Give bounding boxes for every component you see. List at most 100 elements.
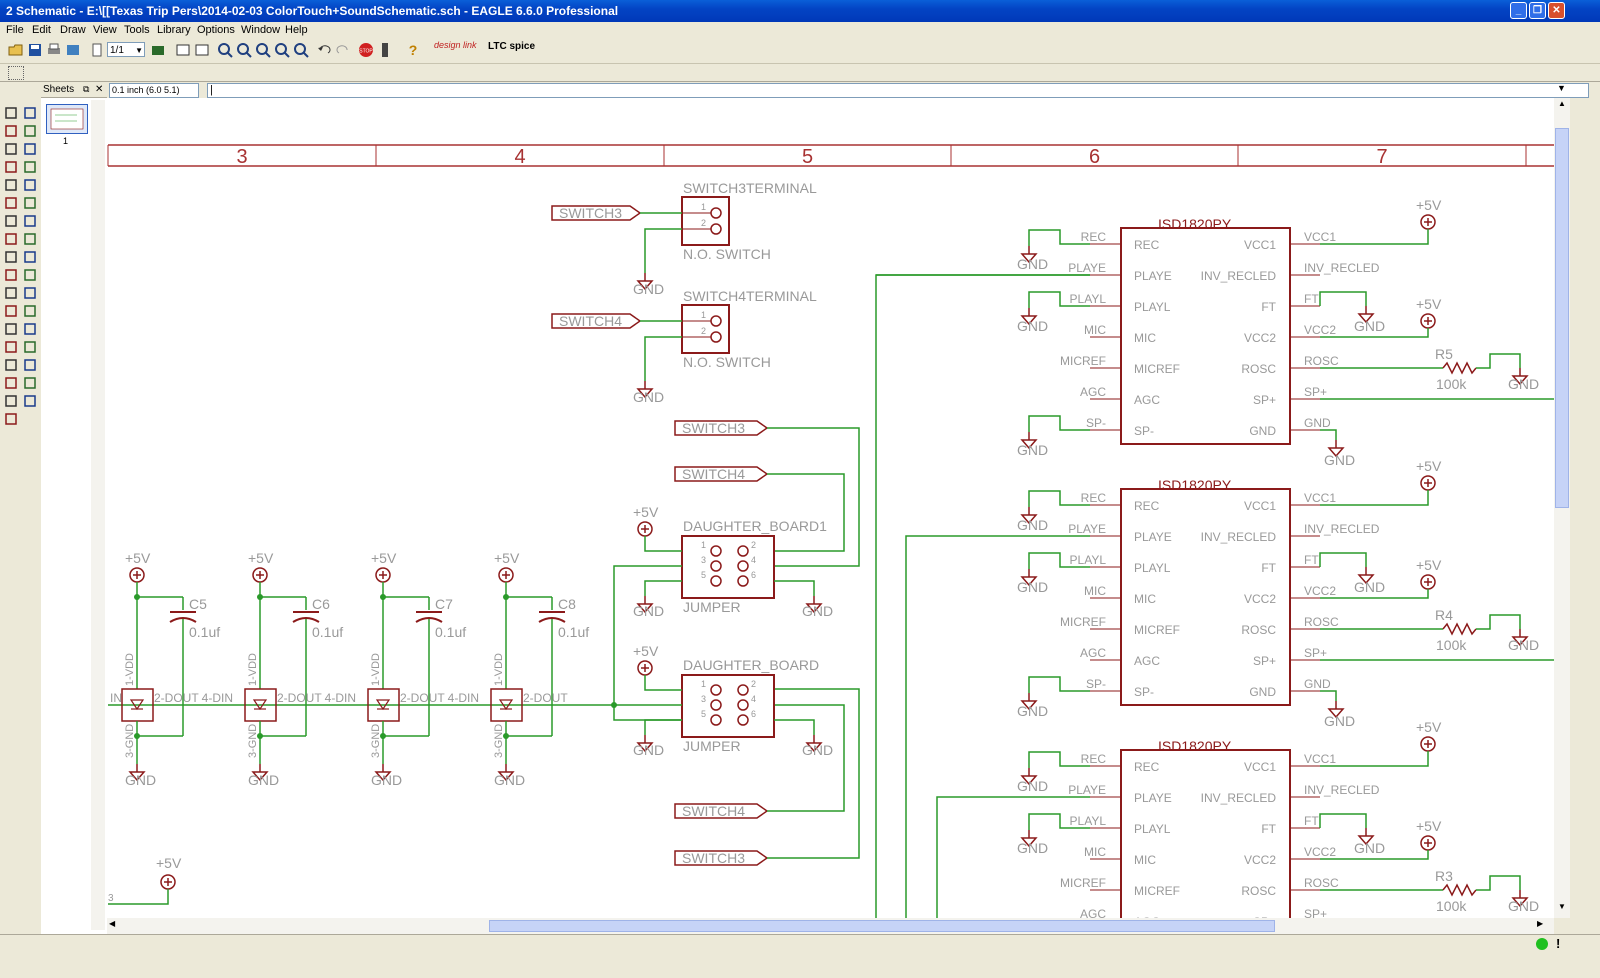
menu-window[interactable]: Window <box>241 24 280 36</box>
schematic-drawing[interactable]: 3 4 5 6 7 SWITCH3TERMINAL 1 2 N.O. SWITCH SWITCH3… <box>107 98 1554 918</box>
menu-tools[interactable]: Tools <box>124 24 150 36</box>
save-icon[interactable] <box>27 42 43 58</box>
zoom-in-icon[interactable] <box>236 42 252 58</box>
print-icon[interactable] <box>46 42 62 58</box>
ltc-spice-button[interactable]: LTC spice <box>488 42 536 58</box>
polygon-tool-icon[interactable] <box>4 340 18 354</box>
chip-net-right: SP+ <box>1304 646 1327 660</box>
undock-icon[interactable]: ⧉ <box>83 82 89 97</box>
smash-tool-icon[interactable] <box>4 250 18 264</box>
close-button[interactable]: ✕ <box>1548 2 1565 19</box>
add-tool-icon[interactable] <box>4 214 18 228</box>
move-tool-icon[interactable] <box>4 142 18 156</box>
run-ulp-icon[interactable] <box>194 42 210 58</box>
net-label-text: SWITCH3 <box>682 850 745 866</box>
restore-button[interactable]: ❐ <box>1529 2 1546 19</box>
horizontal-scroll-thumb[interactable] <box>489 920 1275 932</box>
show-tool-icon[interactable] <box>23 106 37 120</box>
bus-tool-icon[interactable] <box>23 340 37 354</box>
sheet-icon[interactable] <box>90 42 106 58</box>
sheet-select[interactable]: 1/1 ▼ <box>107 42 145 57</box>
menu-library[interactable]: Library <box>157 24 191 36</box>
zoom-out-icon[interactable] <box>255 42 271 58</box>
chip-pin-left: AGC <box>1134 393 1160 407</box>
dimension-tool-icon[interactable] <box>4 394 18 408</box>
horizontal-scrollbar[interactable]: ◀ ▶ <box>107 918 1554 934</box>
menu-draw[interactable]: Draw <box>60 24 86 36</box>
script-icon[interactable] <box>175 42 191 58</box>
rect-tool-icon[interactable] <box>23 322 37 336</box>
open-icon[interactable] <box>8 42 24 58</box>
scroll-up-icon[interactable]: ▲ <box>1555 99 1569 113</box>
net-label-text: SWITCH3 <box>559 205 622 221</box>
zoom-fit-icon[interactable] <box>217 42 233 58</box>
redraw-icon[interactable] <box>274 42 290 58</box>
schematic-canvas[interactable]: 3 4 5 6 7 SWITCH3TERMINAL 1 2 N.O. SWITCH SWITCH3… <box>107 98 1554 918</box>
wire <box>1476 614 1521 630</box>
vertical-scrollbar[interactable]: ▲ ▼ <box>1554 98 1570 918</box>
vertical-scroll-thumb[interactable] <box>1555 128 1569 508</box>
replace-tool-icon[interactable] <box>23 214 37 228</box>
rotate-tool-icon[interactable] <box>23 160 37 174</box>
stop-icon[interactable]: STOP <box>358 42 374 58</box>
redo-icon[interactable] <box>335 42 351 58</box>
invoke-tool-icon[interactable] <box>4 268 18 282</box>
text-tool-icon[interactable] <box>4 304 18 318</box>
undo-icon[interactable] <box>316 42 332 58</box>
scroll-down-icon[interactable]: ▼ <box>1555 902 1569 916</box>
sheets-scrollbar[interactable] <box>91 100 105 930</box>
sheet-thumb-number: 1 <box>63 136 69 146</box>
menu-view[interactable]: View <box>93 24 117 36</box>
net-tool-icon[interactable] <box>4 358 18 372</box>
zoom-select-icon[interactable] <box>293 42 309 58</box>
name-tool-icon[interactable] <box>4 232 18 246</box>
layers-tool-icon[interactable] <box>23 124 37 138</box>
group-tool-icon[interactable] <box>4 178 18 192</box>
terminal-pin <box>710 331 722 343</box>
use-library-icon[interactable] <box>150 42 166 58</box>
info-tool-icon[interactable] <box>4 106 18 120</box>
design-link-button[interactable]: design link <box>434 41 482 59</box>
circle-tool-icon[interactable] <box>23 304 37 318</box>
pinswap-tool-icon[interactable] <box>23 268 37 282</box>
label-tool-icon[interactable] <box>4 376 18 390</box>
copy-tool-icon[interactable] <box>23 142 37 156</box>
gateswap-tool-icon[interactable] <box>4 286 18 300</box>
menu-help[interactable]: Help <box>285 24 308 36</box>
status-alert-icon[interactable]: ! <box>1556 936 1560 951</box>
go-icon[interactable] <box>377 42 393 58</box>
scroll-left-icon[interactable]: ◀ <box>109 919 123 933</box>
jumper-pin <box>737 684 749 696</box>
value-tool-icon[interactable] <box>23 232 37 246</box>
sheet-thumbnail[interactable] <box>46 104 88 134</box>
menu-edit[interactable]: Edit <box>32 24 51 36</box>
change-tool-icon[interactable] <box>23 178 37 192</box>
erc-tool-icon[interactable] <box>23 394 37 408</box>
paste-tool-icon[interactable] <box>4 196 18 210</box>
arc-tool-icon[interactable] <box>4 322 18 336</box>
switch-terminal-name: SWITCH3TERMINAL <box>683 180 817 196</box>
wire-tool-icon[interactable] <box>23 286 37 300</box>
errors-tool-icon[interactable] <box>4 412 18 426</box>
mirror-tool-icon[interactable] <box>4 160 18 174</box>
command-history-dropdown-icon[interactable]: ▼ <box>1557 83 1566 93</box>
panel-close-icon[interactable]: ✕ <box>95 82 103 97</box>
help-icon[interactable]: ? <box>405 42 421 58</box>
jumper-pin <box>710 545 722 557</box>
menu-options[interactable]: Options <box>197 24 235 36</box>
terminal-pin <box>710 207 722 219</box>
gnd-label: GND <box>1017 318 1048 334</box>
delete-tool-icon[interactable] <box>23 196 37 210</box>
chip-net-right: INV_RECLED <box>1304 261 1380 275</box>
command-input[interactable]: | <box>207 83 1589 98</box>
attribute-tool-icon[interactable] <box>23 376 37 390</box>
menu-file[interactable]: File <box>6 24 24 36</box>
split-tool-icon[interactable] <box>23 250 37 264</box>
scroll-right-icon[interactable]: ▶ <box>1537 919 1551 933</box>
cam-icon[interactable] <box>65 42 81 58</box>
junction-tool-icon[interactable] <box>23 358 37 372</box>
minimize-button[interactable]: _ <box>1510 2 1527 19</box>
chip-net-right: GND <box>1304 677 1331 691</box>
gnd-label: GND <box>1508 376 1539 392</box>
display-tool-icon[interactable] <box>4 124 18 138</box>
